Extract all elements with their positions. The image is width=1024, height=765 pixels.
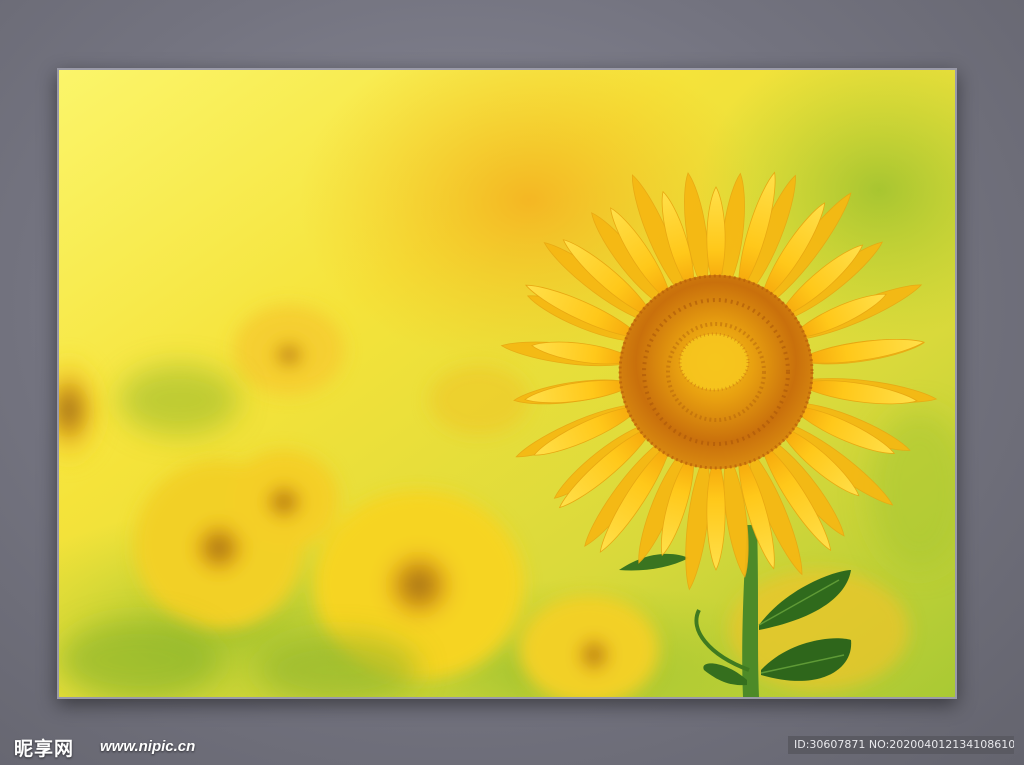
framed-photo xyxy=(57,68,957,699)
watermark-id: ID:30607871 NO:20200401213410861081 xyxy=(788,736,1014,754)
sunflower-photo xyxy=(59,70,955,697)
watermark-url: www.nipic.cn xyxy=(100,738,196,755)
watermark-logo: 昵享网 xyxy=(14,738,75,760)
